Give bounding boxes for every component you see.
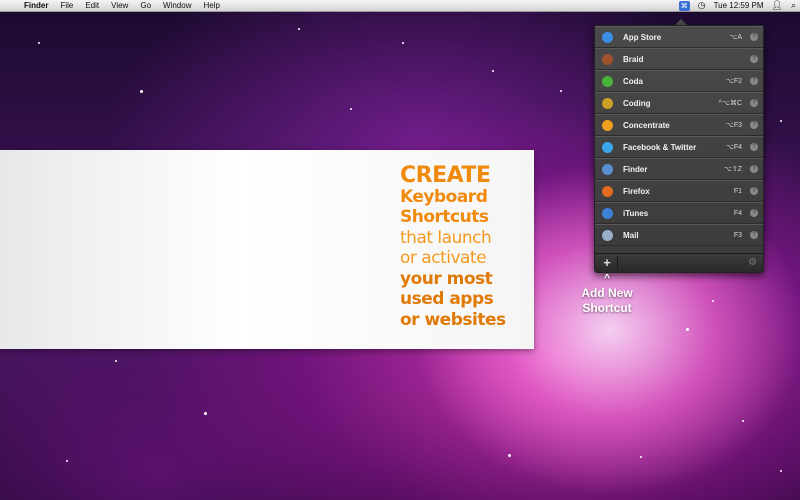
clock-icon[interactable]: ◷ — [698, 0, 706, 11]
info-icon[interactable]: ? — [750, 121, 758, 129]
shortcut-row[interactable]: Braid? — [595, 48, 763, 70]
shortcut-label: App Store — [623, 32, 662, 42]
menu-help[interactable]: Help — [197, 1, 225, 10]
callout-line: Add New — [581, 286, 633, 300]
shortcut-label: Firefox — [623, 186, 650, 196]
shortcut-row[interactable]: Mail F3? — [595, 224, 763, 246]
menu-footer: + ⚙ — [595, 253, 763, 272]
shortcut-label: Coda — [623, 76, 643, 86]
shortcut-label: iTunes — [623, 208, 649, 218]
shortcut-keys: ⌥⇧Z — [723, 166, 742, 173]
promo-panel: CREATE Keyboard Shortcuts that launch or… — [0, 150, 534, 349]
shortcut-label: Concentrate — [623, 120, 670, 130]
shortcut-keys: F4 — [733, 209, 742, 217]
shortcut-keys: ⌥F3 — [725, 122, 742, 129]
menu-view[interactable]: View — [105, 1, 134, 10]
shortcut-keys: ⌥F4 — [725, 144, 742, 151]
shortcut-label: Coding — [623, 98, 651, 108]
shortcut-row[interactable]: Firefox F1? — [595, 180, 763, 202]
shortcut-label: Facebook & Twitter — [623, 142, 697, 152]
facebook-twitter-icon — [602, 141, 613, 153]
shortcut-keys: F1 — [733, 187, 742, 195]
shortcut-label: Braid — [623, 54, 644, 64]
shortcut-row[interactable]: Coding ^⌥⌘C? — [595, 92, 763, 114]
info-icon[interactable]: ? — [750, 209, 758, 217]
shortcuts-menu: App Store ⌥A? Braid? Coda ⌥F2? Coding ^⌥⌘C? Con… — [594, 25, 764, 273]
promo-line: or activate — [400, 248, 487, 268]
promo-line: used apps — [400, 289, 494, 309]
shortcut-row[interactable]: Concentrate ⌥F3? — [595, 114, 763, 136]
menu-go[interactable]: Go — [134, 1, 157, 10]
caret-up-icon: ^ — [604, 273, 610, 284]
shortcut-row[interactable]: Facebook & Twitter ⌥F4? — [595, 136, 763, 158]
spotlight-search-icon[interactable]: ⌕ — [791, 0, 796, 11]
app-store-icon — [602, 31, 613, 43]
shortcut-keys: ⌥A — [729, 34, 742, 41]
promo-line: Keyboard — [400, 186, 488, 207]
promo-text: CREATE Keyboard Shortcuts that launch or… — [400, 163, 506, 330]
shortcut-row[interactable]: Finder ⌥⇧Z? — [595, 158, 763, 180]
shortcut-label: Mail — [623, 230, 639, 240]
menu-edit[interactable]: Edit — [79, 1, 105, 10]
menu-app-name[interactable]: Finder — [18, 1, 54, 10]
info-icon[interactable]: ? — [750, 231, 758, 239]
promo-line: Shortcuts — [400, 207, 489, 227]
coding-icon — [602, 97, 613, 109]
shortcut-label: Finder — [623, 164, 648, 174]
menu-file[interactable]: File — [54, 1, 79, 10]
callout-line: Shortcut — [582, 301, 632, 315]
menu-bar: Finder File Edit View Go Window Help ⌘ ◷… — [0, 0, 800, 12]
shortcut-keys: ⌥F2 — [725, 78, 742, 85]
firefox-icon — [602, 185, 613, 197]
info-icon[interactable]: ? — [750, 143, 758, 151]
info-icon[interactable]: ? — [750, 77, 758, 85]
gear-icon[interactable]: ⚙ — [748, 257, 757, 268]
menu-window[interactable]: Window — [157, 1, 197, 10]
promo-line: CREATE — [400, 163, 491, 188]
coda-icon — [602, 75, 613, 87]
info-icon[interactable]: ? — [750, 165, 758, 173]
user-icon[interactable]: 👤︎ — [772, 0, 783, 11]
finder-icon — [602, 163, 613, 175]
braid-icon — [602, 53, 613, 65]
shortcut-keys: ^⌥⌘C — [718, 100, 742, 107]
info-icon[interactable]: ? — [750, 33, 758, 41]
add-shortcut-callout: ^ Add New Shortcut — [572, 274, 642, 316]
shortcut-keys: F3 — [733, 231, 742, 239]
info-icon[interactable]: ? — [750, 99, 758, 107]
menu-clock[interactable]: Tue 12:59 PM — [714, 1, 764, 10]
concentrate-icon — [602, 119, 613, 131]
promo-line: your most — [400, 268, 493, 289]
shortcut-row[interactable]: iTunes F4? — [595, 202, 763, 224]
promo-line: that launch — [400, 227, 492, 248]
shortcut-row[interactable]: App Store ⌥A? — [595, 26, 763, 48]
info-icon[interactable]: ? — [750, 187, 758, 195]
shortcut-row[interactable]: Coda ⌥F2? — [595, 70, 763, 92]
mail-icon — [602, 229, 613, 241]
add-shortcut-button[interactable]: + — [597, 256, 618, 270]
shortcut-app-tray-icon[interactable]: ⌘ — [678, 0, 690, 11]
itunes-icon — [602, 207, 613, 219]
promo-line: or websites — [400, 309, 506, 330]
info-icon[interactable]: ? — [750, 55, 758, 63]
